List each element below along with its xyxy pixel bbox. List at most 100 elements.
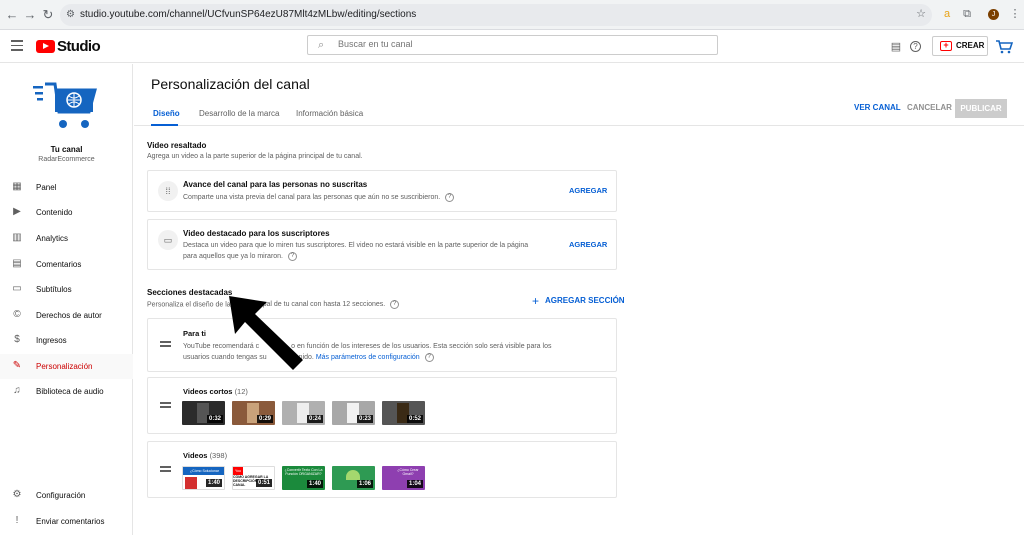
sidebar-item-panel[interactable]: ▦ Panel (0, 175, 133, 200)
hamburger-menu-icon[interactable] (11, 40, 23, 54)
short-thumbnail[interactable]: 0:24 (282, 401, 325, 425)
sidebar-item-label: Derechos de autor (36, 311, 102, 320)
sidebar-item-audio-library[interactable]: ♫ Biblioteca de audio (0, 379, 133, 404)
sidebar-item-content[interactable]: ▶ Contenido (0, 200, 133, 225)
help-icon[interactable]: ? (910, 41, 921, 52)
sidebar-item-analytics[interactable]: ▥ Analytics (0, 226, 133, 251)
account-avatar-icon[interactable] (995, 37, 1014, 55)
video-icon: ▭ (158, 230, 178, 250)
extension-icon[interactable]: a (940, 7, 954, 21)
create-button[interactable]: + CREAR (932, 36, 988, 56)
address-bar[interactable]: ⚙ studio.youtube.com/channel/UCfvunSP64e… (60, 4, 932, 26)
help-icon[interactable]: ? (390, 300, 400, 309)
section-title: Videos (398) (183, 451, 228, 460)
sidebar-item-customization[interactable]: ✎ Personalización (0, 354, 133, 379)
active-tab-indicator (151, 124, 178, 126)
sidebar-item-earn[interactable]: $ Ingresos (0, 328, 133, 353)
channel-handle: RadarEcommerce (38, 156, 95, 163)
search-icon: ⌕ (318, 39, 325, 51)
page-title: Personalización del canal (151, 76, 310, 92)
short-thumbnail[interactable]: 0:32 (182, 401, 225, 425)
section-title: Videos cortos (12) (183, 387, 248, 396)
sidebar-item-copyright[interactable]: © Derechos de autor (0, 303, 133, 328)
cancel-button[interactable]: CANCELAR (907, 103, 952, 112)
left-sidebar: Tu canal RadarEcommerce ▦ Panel ▶ Conten… (0, 64, 133, 535)
sidebar-item-label: Ingresos (36, 336, 67, 345)
drag-handle-icon[interactable] (160, 341, 171, 349)
section-title: Para ti (183, 329, 206, 338)
forward-icon[interactable]: → (22, 7, 38, 23)
tab-branding[interactable]: Desarrollo de la marca (199, 109, 279, 118)
sidebar-item-label: Comentarios (36, 260, 82, 269)
drag-handle-icon[interactable] (160, 466, 171, 474)
plus-icon: + (532, 294, 540, 308)
video-thumbnail[interactable]: ¿Cómo Solucionar Problemas? 1:40 (182, 466, 225, 490)
section-shorts[interactable]: Videos cortos (12) 0:32 0:29 0:24 0:23 0… (147, 377, 617, 434)
tab-basic-info[interactable]: Información básica (296, 109, 363, 118)
search-input[interactable] (338, 39, 698, 49)
help-icon[interactable]: ? (288, 251, 298, 261)
customization-icon: ✎ (12, 360, 22, 371)
sidebar-item-subtitles[interactable]: ▭ Subtítulos (0, 277, 133, 302)
channel-label: Tu canal (50, 145, 83, 154)
drag-handle-icon[interactable] (160, 402, 171, 410)
card-title: Avance del canal para las personas no su… (183, 180, 368, 189)
content-icon: ▶ (13, 206, 21, 217)
featured-video-desc: Agrega un video a la parte superior de l… (147, 153, 363, 160)
sidebar-item-label: Contenido (36, 208, 73, 217)
sidebar-item-label: Subtítulos (36, 285, 72, 294)
section-videos[interactable]: Videos (398) ¿Cómo Solucionar Problemas?… (147, 441, 617, 498)
video-thumbnail[interactable]: ¿Convertir Texto Con La Función ORGANIZA… (282, 466, 325, 490)
extensions-puzzle-icon[interactable]: ⧉ (960, 7, 974, 21)
short-thumbnail[interactable]: 0:52 (382, 401, 425, 425)
video-thumbnail[interactable]: ¿Cómo Crear Gmail? 1:04 (382, 466, 425, 490)
sidebar-item-settings[interactable]: ⚙ Configuración (0, 483, 133, 508)
messages-icon[interactable]: ▤ (889, 40, 903, 54)
channel-search[interactable]: ⌕ (307, 35, 718, 55)
settings-icon: ⚙ (12, 489, 22, 500)
reload-icon[interactable]: ↻ (40, 7, 56, 23)
studio-header: Studio ⌕ ▤ ? + CREAR (0, 31, 1024, 63)
featured-video-card: ▭ Video destacado para los suscriptores … (147, 219, 617, 270)
tab-layout[interactable]: Diseño (153, 109, 180, 118)
dashboard-icon: ▦ (12, 181, 22, 192)
trailer-icon: ⁞⁞ (158, 181, 178, 201)
browser-menu-icon[interactable]: ⋮ (1008, 7, 1022, 21)
browser-toolbar: ← → ↻ ⚙ studio.youtube.com/channel/UCfvu… (0, 0, 1024, 30)
sidebar-item-label: Personalización (36, 362, 93, 371)
add-featured-video-button[interactable]: AGREGAR (569, 240, 607, 249)
sidebar-item-label: Enviar comentarios (36, 517, 105, 526)
url-text: studio.youtube.com/channel/UCfvunSP64ezU… (80, 9, 417, 20)
featured-sections-title: Secciones destacadas (147, 288, 233, 297)
more-settings-link[interactable]: Más parámetros de configuración (316, 354, 420, 361)
annotation-arrow-icon (229, 296, 303, 370)
short-thumbnail[interactable]: 0:29 (232, 401, 275, 425)
sidebar-item-comments[interactable]: ▤ Comentarios (0, 252, 133, 277)
sidebar-item-feedback[interactable]: ! Enviar comentarios (0, 509, 133, 534)
create-label: CREAR (956, 41, 985, 50)
help-icon[interactable]: ? (424, 352, 434, 362)
publish-button[interactable]: PUBLICAR (955, 99, 1007, 118)
sidebar-item-label: Configuración (36, 491, 86, 500)
comments-icon: ▤ (12, 258, 22, 269)
sidebar-item-label: Analytics (36, 234, 69, 243)
video-camera-plus-icon: + (940, 41, 952, 51)
video-thumbnail[interactable]: You CÓMO AGREGAR LA DESCRIPCIÓN DEL CANAL… (232, 466, 275, 490)
section-for-you[interactable]: Para ti YouTube recomendará co en funció… (147, 318, 617, 372)
add-trailer-button[interactable]: AGREGAR (569, 186, 607, 195)
profile-avatar-icon[interactable]: J (988, 9, 999, 20)
help-icon[interactable]: ? (445, 192, 455, 202)
featured-video-title: Video resaltado (147, 141, 207, 150)
back-icon[interactable]: ← (4, 7, 20, 23)
site-info-icon[interactable]: ⚙ (66, 9, 75, 20)
card-title: Video destacado para los suscriptores (183, 229, 330, 238)
short-thumbnail[interactable]: 0:23 (332, 401, 375, 425)
video-thumbnail[interactable]: 1:06 (332, 466, 375, 490)
youtube-play-icon (36, 40, 55, 53)
view-channel-button[interactable]: VER CANAL (854, 103, 901, 112)
bookmark-star-icon[interactable]: ☆ (914, 7, 928, 21)
channel-avatar[interactable] (33, 80, 97, 132)
trailer-card: ⁞⁞ Avance del canal para las personas no… (147, 170, 617, 212)
card-text: Destaca un video para que lo miren tus s… (183, 242, 529, 261)
add-section-button[interactable]: + AGREGAR SECCIÓN (532, 294, 625, 308)
